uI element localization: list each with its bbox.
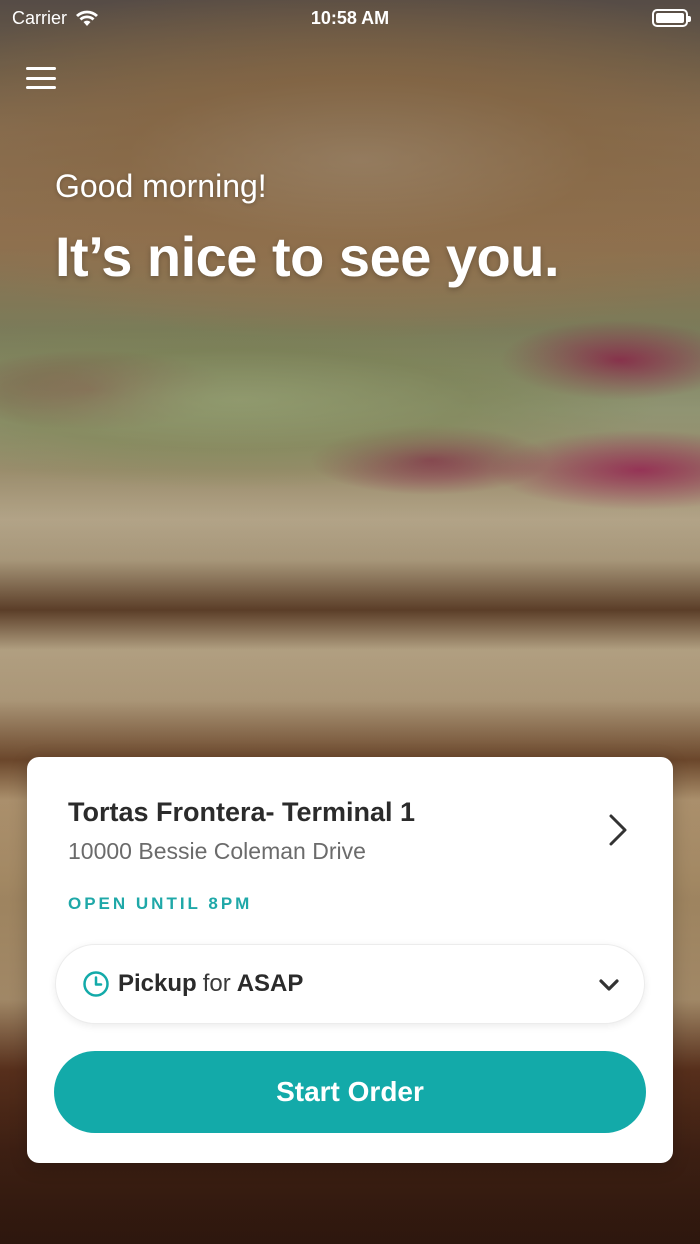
store-card: Tortas Frontera- Terminal 1 10000 Bessie… [27, 757, 673, 1163]
start-order-button[interactable]: Start Order [54, 1051, 646, 1133]
greeting-text: Good morning! [55, 168, 267, 204]
store-name: Tortas Frontera- Terminal 1 [68, 797, 416, 827]
chevron-down-icon [599, 979, 619, 991]
status-left: Carrier [12, 8, 99, 29]
wifi-icon [76, 10, 99, 26]
menu-line [26, 76, 56, 80]
hamburger-menu-icon[interactable] [26, 64, 56, 92]
pickup-summary: Pickup for ASAP [118, 970, 303, 998]
battery-icon [652, 9, 691, 27]
chevron-right-icon [609, 814, 627, 846]
carrier-label: Carrier [12, 7, 68, 28]
pickup-time: ASAP [236, 970, 304, 997]
pickup-time-select[interactable]: Pickup for ASAP [55, 944, 645, 1024]
status-bar: Carrier 10:58 AM [0, 0, 700, 36]
greeting-headline: It’s nice to see you. [55, 225, 560, 288]
store-address: 10000 Bessie Coleman Drive [68, 838, 366, 864]
pickup-mode: Pickup [118, 970, 197, 997]
menu-line [26, 86, 56, 89]
store-hours-status: OPEN UNTIL 8PM [68, 894, 253, 913]
clock-icon [83, 971, 109, 997]
battery-level [656, 13, 684, 23]
pickup-connector: for [202, 970, 231, 997]
store-selector[interactable]: Tortas Frontera- Terminal 1 10000 Bessie… [68, 793, 643, 873]
menu-line [26, 67, 56, 70]
status-time: 10:58 AM [310, 7, 390, 28]
